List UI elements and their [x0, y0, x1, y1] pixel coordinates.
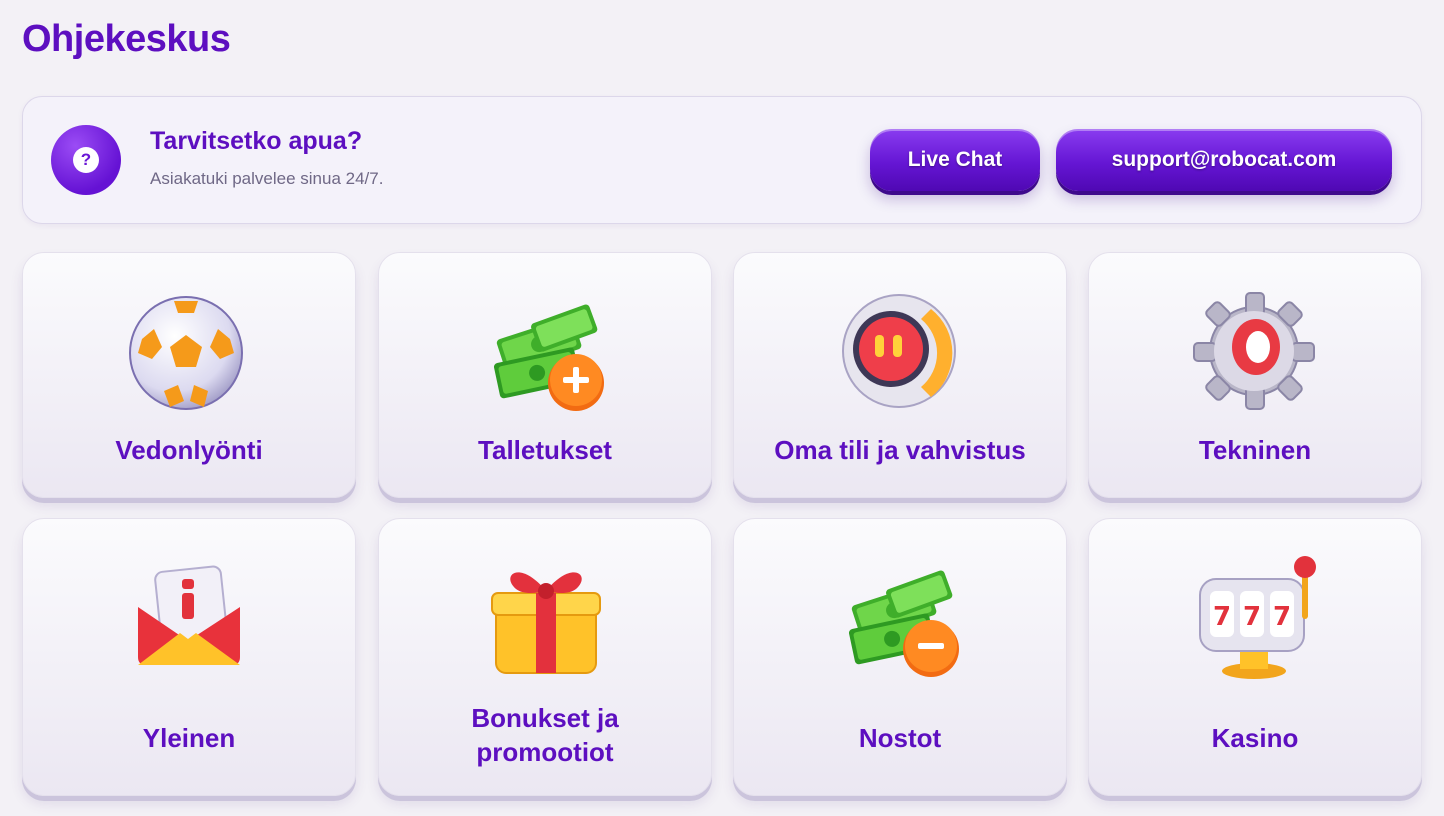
- svg-text:7: 7: [1273, 602, 1291, 632]
- category-label: Talletukset: [478, 435, 612, 465]
- category-card-technical[interactable]: Tekninen: [1088, 252, 1422, 498]
- category-label: Vedonlyönti: [115, 435, 263, 465]
- category-label: Tekninen: [1198, 435, 1312, 465]
- cash-deposit-icon: [480, 287, 610, 417]
- category-card-casino[interactable]: 7 7 7 Kasino: [1088, 518, 1422, 796]
- category-label: Nostot: [858, 723, 942, 753]
- category-card-bonuses[interactable]: Bonukset ja promootiot: [378, 518, 712, 796]
- live-chat-button[interactable]: Live Chat: [870, 129, 1040, 191]
- help-banner: ? Tarvitsetko apua? Asiakatuki palvelee …: [22, 96, 1422, 224]
- category-card-withdrawals[interactable]: Nostot: [733, 518, 1067, 796]
- category-label: Oma tili ja vahvistus: [774, 435, 1026, 465]
- question-icon: ?: [51, 125, 121, 195]
- svg-text:7: 7: [1213, 602, 1231, 632]
- slot-machine-icon: 7 7 7: [1190, 553, 1320, 683]
- question-mark: ?: [73, 147, 99, 173]
- cash-withdraw-icon: [835, 553, 965, 683]
- category-label: Kasino: [1211, 723, 1299, 753]
- category-card-general[interactable]: Yleinen: [22, 518, 356, 796]
- category-label: Bonukset ja promootiot: [471, 703, 619, 767]
- category-card-account[interactable]: Oma tili ja vahvistus: [733, 252, 1067, 498]
- support-email-button[interactable]: support@robocat.com: [1056, 129, 1392, 191]
- category-card-deposits[interactable]: Talletukset: [378, 252, 712, 498]
- category-label: Yleinen: [142, 723, 236, 753]
- robot-head-icon: [835, 287, 965, 417]
- category-card-betting[interactable]: Vedonlyönti: [22, 252, 356, 498]
- svg-text:7: 7: [1243, 602, 1261, 632]
- info-envelope-icon: [124, 553, 254, 683]
- help-subtitle: Asiakatuki palvelee sinua 24/7.: [150, 169, 384, 188]
- page-title: Ohjekeskus: [22, 18, 231, 60]
- gift-box-icon: [480, 553, 610, 683]
- help-title: Tarvitsetko apua?: [150, 127, 363, 155]
- gear-icon: [1190, 287, 1320, 417]
- soccer-ball-icon: [124, 287, 254, 417]
